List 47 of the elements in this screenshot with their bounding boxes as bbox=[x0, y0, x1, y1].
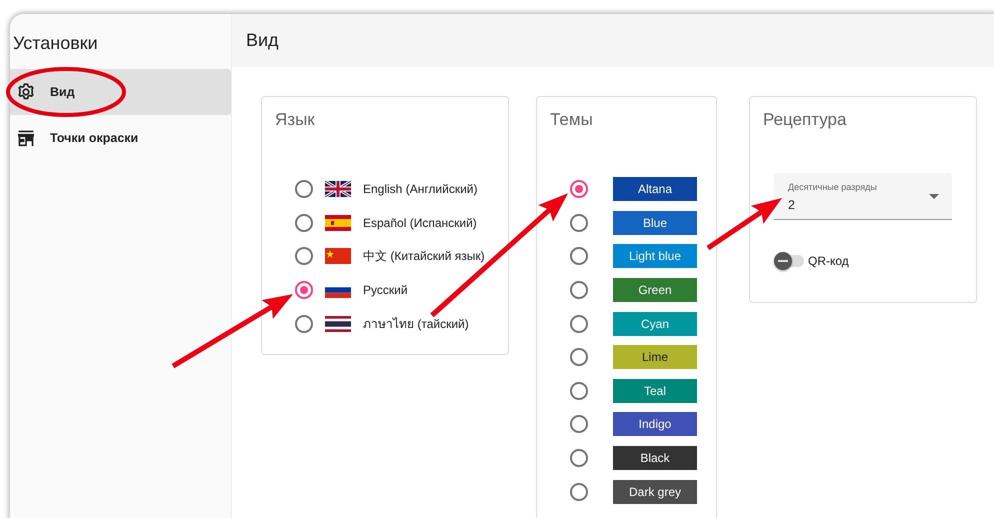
language-label: English (Английский) bbox=[363, 181, 478, 198]
theme-swatch[interactable]: Black bbox=[613, 446, 697, 470]
radio-button[interactable] bbox=[295, 314, 313, 333]
radio-button[interactable] bbox=[570, 314, 588, 333]
radio-button[interactable] bbox=[295, 281, 313, 300]
radio-button[interactable] bbox=[570, 214, 588, 232]
qr-switch[interactable] bbox=[774, 254, 804, 266]
sidebar-item[interactable]: Вид bbox=[10, 69, 231, 115]
radio-button[interactable] bbox=[570, 180, 588, 198]
radio-button[interactable] bbox=[570, 348, 588, 366]
radio-button[interactable] bbox=[295, 214, 313, 232]
radio-button[interactable] bbox=[570, 482, 588, 501]
theme-swatch[interactable]: Dark grey bbox=[613, 480, 697, 504]
theme-swatch[interactable]: Lime bbox=[613, 345, 697, 370]
gear-icon bbox=[16, 82, 36, 102]
flag-icon bbox=[325, 181, 351, 198]
radio-button[interactable] bbox=[295, 247, 313, 266]
theme-swatch[interactable]: Teal bbox=[613, 378, 697, 403]
store-icon bbox=[16, 129, 36, 147]
radio-button[interactable] bbox=[570, 415, 588, 434]
flag-icon bbox=[325, 248, 351, 264]
theme-swatch[interactable]: Altana bbox=[613, 177, 697, 202]
card-title: Язык bbox=[275, 109, 316, 131]
page-title: Вид bbox=[246, 29, 279, 52]
radio-button[interactable] bbox=[295, 180, 313, 198]
language-label: 中文 (Китайский язык) bbox=[363, 248, 485, 266]
flag-icon bbox=[325, 316, 351, 332]
caret-icon bbox=[929, 194, 939, 198]
card-title: Темы bbox=[550, 109, 594, 131]
flag-icon bbox=[325, 214, 351, 231]
sidebar-item[interactable]: Точки окраски bbox=[10, 115, 231, 161]
switch-label: QR-код bbox=[808, 252, 849, 270]
radio-button[interactable] bbox=[570, 449, 588, 468]
theme-swatch[interactable]: Light blue bbox=[613, 244, 697, 268]
theme-swatch[interactable]: Green bbox=[613, 278, 697, 302]
language-label: Русский bbox=[363, 282, 408, 300]
radio-button[interactable] bbox=[570, 281, 588, 300]
card-title: Рецептура bbox=[763, 109, 848, 131]
theme-swatch[interactable]: Cyan bbox=[613, 312, 697, 336]
theme-swatch[interactable]: Indigo bbox=[613, 412, 697, 436]
sidebar-title: Установки bbox=[12, 32, 99, 55]
decimal-select[interactable]: Десятичные разряды 2 bbox=[774, 172, 952, 220]
radio-button[interactable] bbox=[570, 247, 588, 266]
language-label: Español (Испанский) bbox=[363, 214, 477, 232]
theme-swatch[interactable]: Blue bbox=[613, 210, 697, 235]
radio-button[interactable] bbox=[570, 382, 588, 400]
language-label: ภาษาไทย (тайский) bbox=[363, 316, 469, 333]
